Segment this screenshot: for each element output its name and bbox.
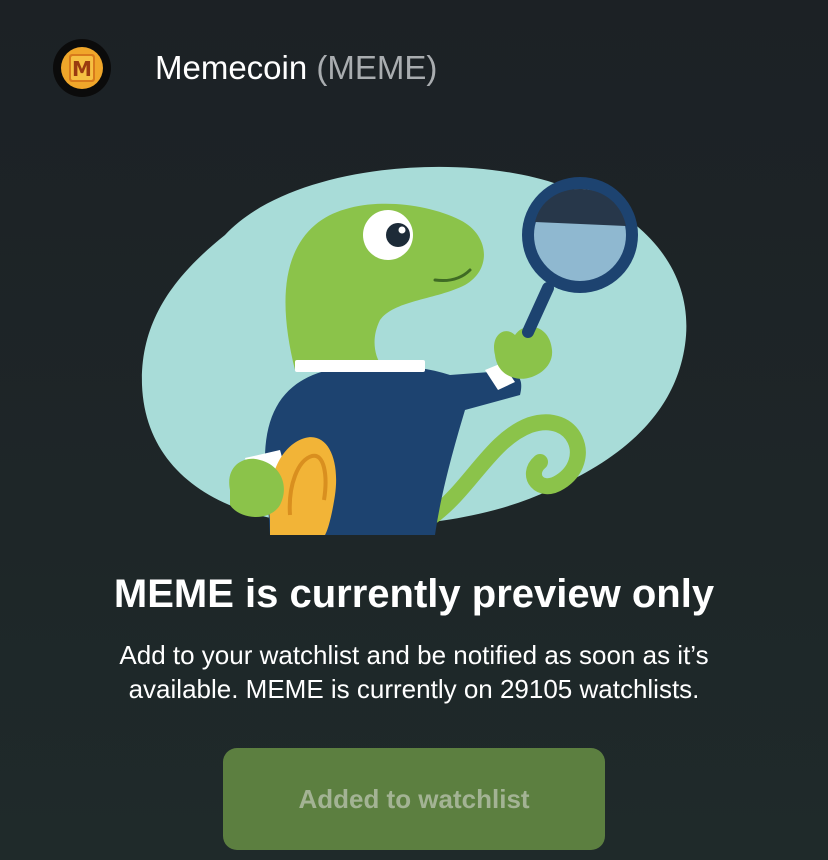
coin-name: Memecoin [155,49,308,86]
coin-ticker: (MEME) [316,49,438,86]
coin-title: Memecoin (MEME) [155,48,437,88]
memecoin-logo-icon: M [52,38,112,98]
gecko-illustration [130,160,700,535]
watchlist-description: Add to your watchlist and be notified as… [119,640,709,704]
preview-headline: MEME is currently preview only [113,572,715,616]
logo-letter: M [72,57,92,81]
coin-header: M Memecoin (MEME) [0,0,828,136]
added-to-watchlist-button[interactable]: Added to watchlist [223,748,605,850]
